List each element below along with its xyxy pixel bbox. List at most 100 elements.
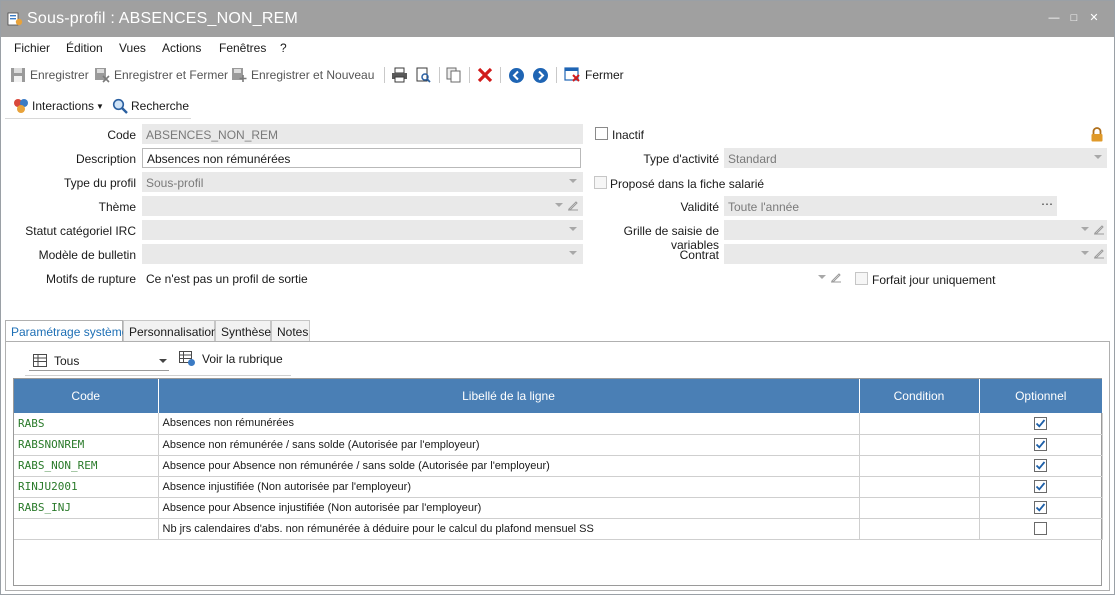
checkbox-unchecked[interactable] [1034, 522, 1047, 535]
table-row[interactable]: RABSNONREM Absence non rémunérée / sans s… [14, 434, 1103, 456]
previous-button[interactable] [508, 66, 529, 84]
toolbar: Enregistrer Enregistrer et Fermer Enregi… [1, 61, 1114, 89]
cell-code[interactable]: RABS [14, 413, 159, 435]
save-button[interactable]: Enregistrer [10, 66, 89, 84]
cell-condition[interactable] [859, 455, 980, 477]
modele-select[interactable] [142, 244, 583, 264]
column-header-libelle[interactable]: Libellé de la ligne [158, 379, 860, 413]
validite-field[interactable]: Toute l'année ⋯ [724, 196, 1057, 216]
column-header-optionnel[interactable]: Optionnel [979, 379, 1102, 413]
filter-combobox[interactable]: Tous [29, 351, 169, 371]
print-preview-button[interactable] [415, 66, 435, 84]
menu-edition[interactable]: Édition [66, 41, 103, 55]
tab-parametrage-systeme[interactable]: Paramétrage système [5, 320, 128, 343]
table-row[interactable]: RINJU2001 Absence injustifiée (Non autori… [14, 476, 1103, 498]
checkmark-icon [1035, 440, 1046, 449]
cell-code[interactable]: RABSNONREM [14, 434, 159, 456]
arrow-left-icon [509, 67, 524, 83]
floppy-icon [11, 68, 25, 82]
secondary-toolbar: Interactions ▼ Recherche [5, 93, 191, 119]
statut-irc-label: Statut catégoriel IRC [25, 224, 136, 238]
cell-optionnel [979, 455, 1103, 477]
column-header-code[interactable]: Code [14, 379, 159, 413]
theme-select[interactable] [142, 196, 583, 216]
propose-checkbox[interactable] [594, 176, 607, 189]
menu-vues[interactable]: Vues [119, 41, 146, 55]
table-row[interactable]: RABS_NON_REM Absence pour Absence non rém… [14, 455, 1103, 477]
interactions-button[interactable]: Interactions ▼ [13, 98, 104, 114]
inactif-checkbox[interactable] [595, 127, 608, 140]
search-button[interactable]: Recherche [112, 98, 189, 114]
cell-condition[interactable] [859, 476, 980, 498]
cell-optionnel [979, 476, 1103, 498]
cell-libelle[interactable]: Absence pour Absence injustifiée (Non au… [158, 497, 860, 519]
checkbox-checked[interactable] [1034, 438, 1047, 451]
tab-personnalisation[interactable]: Personnalisation [123, 320, 218, 342]
minimize-icon[interactable]: — [1047, 11, 1061, 25]
close-window-icon[interactable]: ✕ [1087, 11, 1101, 25]
profile-form: Code ABSENCES_NON_REM Inactif Descriptio… [1, 121, 1114, 291]
cell-libelle[interactable]: Absence injustifiée (Non autorisée par l… [158, 476, 860, 498]
checkbox-checked[interactable] [1034, 501, 1047, 514]
print-preview-icon [416, 67, 431, 83]
pencil-icon[interactable] [830, 271, 842, 283]
chevron-down-icon [555, 203, 563, 207]
close-form-icon [564, 67, 580, 82]
close-button[interactable]: Fermer [564, 66, 624, 84]
checkbox-checked[interactable] [1034, 480, 1047, 493]
cell-code[interactable]: RINJU2001 [14, 476, 159, 498]
description-label: Description [75, 152, 136, 166]
cell-condition[interactable] [859, 518, 980, 540]
cell-libelle[interactable]: Absences non rémunérées [158, 413, 860, 435]
maximize-icon[interactable]: □ [1067, 11, 1081, 25]
forfait-checkbox[interactable] [855, 272, 868, 285]
contrat-select[interactable] [724, 244, 1107, 264]
code-label: Code [107, 128, 136, 142]
pencil-icon[interactable] [1093, 247, 1105, 259]
checkbox-checked[interactable] [1034, 416, 1047, 430]
copy-button[interactable] [446, 66, 466, 84]
next-button[interactable] [532, 66, 553, 84]
cell-condition[interactable] [859, 434, 980, 456]
checkbox-checked[interactable] [1034, 459, 1047, 472]
cell-code[interactable]: RABS_INJ [14, 497, 159, 519]
tab-synthese[interactable]: Synthèse [215, 320, 271, 342]
cell-condition[interactable] [859, 413, 980, 435]
type-activite-select[interactable]: Standard [724, 148, 1107, 168]
motifs-select[interactable]: Ce n'est pas un profil de sortie [142, 268, 844, 288]
menu-fenetres[interactable]: Fenêtres [219, 41, 266, 55]
table-row[interactable]: Nb jrs calendaires d'abs. non rémunérée … [14, 518, 1103, 540]
tab-notes[interactable]: Notes [271, 320, 310, 342]
code-field[interactable]: ABSENCES_NON_REM [142, 124, 583, 144]
description-input[interactable]: Absences non rémunérées [142, 148, 581, 168]
checkmark-icon [1035, 461, 1046, 470]
print-button[interactable] [391, 66, 412, 84]
type-profil-label: Type du profil [63, 176, 136, 190]
type-profil-select[interactable]: Sous-profil [142, 172, 583, 192]
column-header-condition[interactable]: Condition [859, 379, 980, 413]
contrat-label: Contrat [679, 248, 719, 262]
cell-code[interactable]: RABS_NON_REM [14, 455, 159, 477]
pencil-icon[interactable] [1093, 223, 1105, 235]
arrow-right-icon [533, 67, 548, 83]
statut-irc-select[interactable] [142, 220, 583, 240]
menu-actions[interactable]: Actions [162, 41, 201, 55]
forfait-label: Forfait jour uniquement [872, 273, 996, 287]
ellipsis-icon[interactable]: ⋯ [1041, 197, 1053, 211]
menu-help[interactable]: ? [280, 41, 287, 55]
menu-fichier[interactable]: Fichier [14, 41, 50, 55]
save-new-button[interactable]: Enregistrer et Nouveau [231, 66, 374, 84]
cell-libelle[interactable]: Nb jrs calendaires d'abs. non rémunérée … [158, 518, 860, 540]
delete-button[interactable] [477, 66, 497, 84]
save-close-button[interactable]: Enregistrer et Fermer [94, 66, 228, 84]
table-row[interactable]: RABS_INJ Absence pour Absence injustifiée… [14, 497, 1103, 519]
cell-code[interactable] [14, 518, 159, 540]
pencil-icon[interactable] [567, 199, 579, 211]
cell-condition[interactable] [859, 497, 980, 519]
grille-select[interactable] [724, 220, 1107, 240]
cell-libelle[interactable]: Absence pour Absence non rémunérée / san… [158, 455, 860, 477]
table-row[interactable]: RABS Absences non rémunérées [14, 413, 1103, 435]
cell-libelle[interactable]: Absence non rémunérée / sans solde (Auto… [158, 434, 860, 456]
view-rubric-button[interactable]: Voir la rubrique [179, 351, 283, 367]
toolbar-separator [384, 67, 385, 83]
